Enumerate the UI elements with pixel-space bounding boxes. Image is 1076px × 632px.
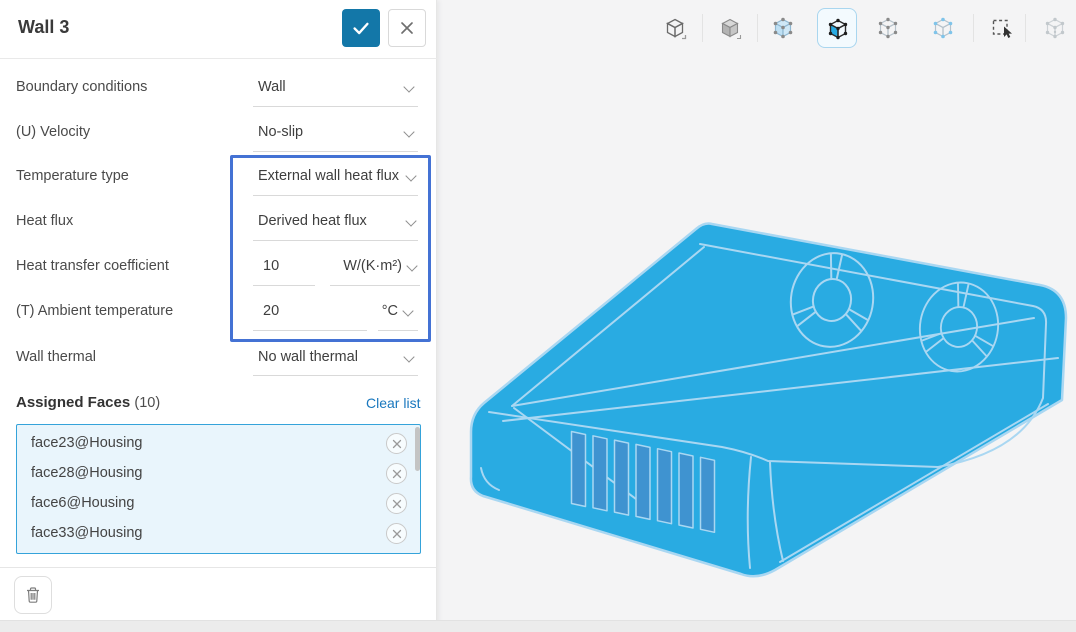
field-underline bbox=[253, 195, 418, 196]
circle-x-icon bbox=[392, 499, 402, 509]
divider bbox=[0, 58, 437, 59]
view-cube-button[interactable] bbox=[655, 8, 695, 48]
select-edge-icon bbox=[876, 16, 900, 40]
shaded-view-button[interactable] bbox=[710, 8, 750, 48]
chevron-down-icon bbox=[405, 170, 416, 181]
view-cube-icon bbox=[663, 16, 687, 40]
heat-transfer-coefficient-input[interactable]: 10 bbox=[263, 258, 279, 274]
select-assembly-button[interactable] bbox=[1035, 8, 1075, 48]
field-underline bbox=[253, 151, 418, 152]
field-underline bbox=[253, 285, 315, 286]
ambient-temperature-input[interactable]: 20 bbox=[263, 303, 279, 319]
select-volume-icon bbox=[771, 16, 795, 40]
field-underline bbox=[253, 375, 418, 376]
assigned-faces-list: face23@Housing face28@Housing face6@Hous… bbox=[16, 424, 421, 554]
trash-icon bbox=[24, 586, 42, 604]
heat-transfer-coefficient-unit-select[interactable]: W/(K·m²) bbox=[300, 258, 402, 274]
box-select-button[interactable] bbox=[982, 8, 1022, 48]
select-volume-button[interactable] bbox=[763, 8, 803, 48]
field-underline bbox=[330, 285, 420, 286]
list-item: face28@Housing bbox=[31, 465, 142, 485]
field-label-temperature-type: Temperature type bbox=[16, 168, 129, 184]
chevron-down-icon bbox=[403, 351, 414, 362]
remove-face-button[interactable] bbox=[386, 523, 407, 544]
select-face-button[interactable] bbox=[817, 8, 857, 48]
shaded-cube-icon bbox=[718, 16, 742, 40]
clear-list-link[interactable]: Clear list bbox=[366, 395, 420, 411]
field-underline bbox=[253, 106, 418, 107]
field-label-ambient-temperature: (T) Ambient temperature bbox=[16, 303, 173, 319]
list-scrollbar[interactable] bbox=[415, 427, 420, 471]
chevron-down-icon bbox=[402, 305, 413, 316]
field-underline bbox=[378, 330, 418, 331]
close-icon bbox=[399, 20, 415, 36]
chevron-down-icon bbox=[403, 81, 414, 92]
toolbar-separator bbox=[973, 14, 974, 42]
chevron-down-icon bbox=[405, 215, 416, 226]
apply-button[interactable] bbox=[342, 9, 380, 47]
wall-thermal-select[interactable]: No wall thermal bbox=[258, 349, 358, 365]
circle-x-icon bbox=[392, 469, 402, 479]
assigned-faces-label: Assigned Faces bbox=[16, 394, 130, 411]
assigned-faces-title: Assigned Faces (10) bbox=[16, 394, 160, 411]
field-label-boundary-conditions: Boundary conditions bbox=[16, 79, 147, 95]
delete-button[interactable] bbox=[14, 576, 52, 614]
chevron-down-icon bbox=[403, 126, 414, 137]
field-underline bbox=[253, 240, 418, 241]
select-vertex-button[interactable] bbox=[923, 8, 963, 48]
select-face-icon bbox=[826, 17, 850, 41]
assigned-faces-count: (10) bbox=[134, 395, 160, 411]
list-item: face33@Housing bbox=[31, 525, 142, 545]
select-assembly-icon bbox=[1043, 16, 1067, 40]
bottom-strip bbox=[0, 620, 1076, 632]
check-icon bbox=[350, 17, 372, 39]
field-label-heat-transfer-coefficient: Heat transfer coefficient bbox=[16, 258, 169, 274]
ambient-temperature-unit-select[interactable]: °C bbox=[358, 303, 398, 319]
velocity-select[interactable]: No-slip bbox=[258, 124, 303, 140]
remove-face-button[interactable] bbox=[386, 493, 407, 514]
divider bbox=[0, 567, 437, 568]
boundary-conditions-select[interactable]: Wall bbox=[258, 79, 286, 95]
circle-x-icon bbox=[392, 439, 402, 449]
select-vertex-icon bbox=[931, 16, 955, 40]
3d-model-housing[interactable] bbox=[437, 0, 1076, 632]
toolbar-separator bbox=[702, 14, 703, 42]
list-item: face6@Housing bbox=[31, 495, 134, 515]
remove-face-button[interactable] bbox=[386, 463, 407, 484]
box-select-icon bbox=[990, 16, 1014, 40]
3d-viewport[interactable] bbox=[437, 0, 1076, 632]
toolbar-separator bbox=[1025, 14, 1026, 42]
remove-face-button[interactable] bbox=[386, 433, 407, 454]
circle-x-icon bbox=[392, 529, 402, 539]
housing-body[interactable] bbox=[471, 224, 1066, 577]
heat-flux-select[interactable]: Derived heat flux bbox=[258, 213, 367, 229]
simulation-app: Wall 3 Boundary conditions Wall (U) Velo… bbox=[0, 0, 1076, 632]
toolbar-separator bbox=[757, 14, 758, 42]
temperature-type-select[interactable]: External wall heat flux bbox=[258, 168, 404, 184]
field-label-velocity: (U) Velocity bbox=[16, 124, 90, 140]
field-label-wall-thermal: Wall thermal bbox=[16, 349, 96, 365]
list-item: face23@Housing bbox=[31, 435, 142, 455]
chevron-down-icon bbox=[406, 260, 417, 271]
page-title: Wall 3 bbox=[18, 17, 69, 38]
select-edge-button[interactable] bbox=[868, 8, 908, 48]
cancel-button[interactable] bbox=[388, 9, 426, 47]
field-underline bbox=[253, 330, 367, 331]
field-label-heat-flux: Heat flux bbox=[16, 213, 73, 229]
boundary-condition-panel: Wall 3 Boundary conditions Wall (U) Velo… bbox=[0, 0, 437, 632]
